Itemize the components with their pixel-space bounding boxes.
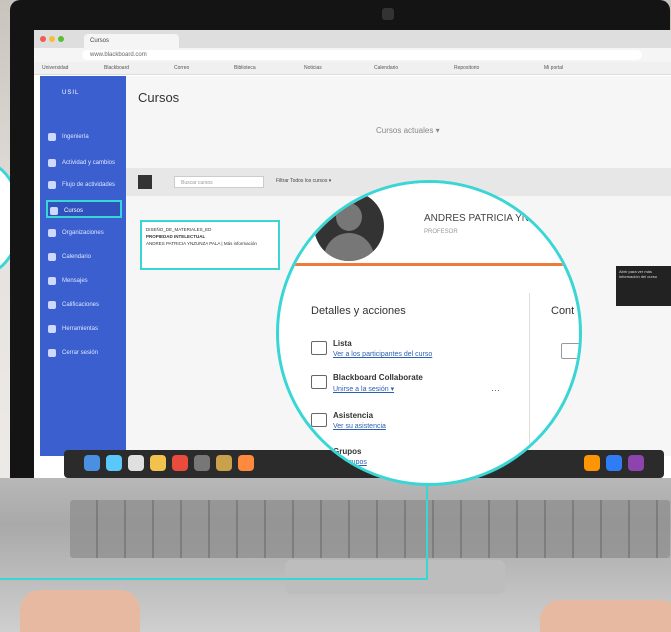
attendance-link[interactable]: Ver su asistencia [333, 423, 386, 430]
course-instructor: ANDRES PATRICIA YNZUNZA PALA | Más infor… [146, 241, 257, 246]
sidebar-item-calendario[interactable]: Calendario [46, 248, 122, 266]
groups-link[interactable]: Ver grupos [333, 459, 367, 466]
browser-tab-bar: Cursos [34, 30, 671, 48]
attendance-label: Asistencia [333, 411, 374, 420]
sidebar-item-flujo[interactable]: Flujo de actividades [46, 176, 122, 194]
activity-icon [48, 159, 56, 167]
tools-icon [48, 325, 56, 333]
bookmark-item[interactable]: Correo [174, 65, 189, 71]
browser-tab[interactable]: Cursos [84, 34, 179, 48]
calendar-icon [48, 253, 56, 261]
course-code: DISEÑO_DE_MATERIALES_ED [146, 227, 212, 232]
mail-icon [48, 277, 56, 285]
notes-icon[interactable] [216, 455, 232, 471]
course-card[interactable]: DISEÑO_DE_MATERIALES_ED PROPIEDAD INTELE… [140, 220, 280, 270]
app-icon[interactable] [584, 455, 600, 471]
app-icon[interactable] [194, 455, 210, 471]
maximize-icon[interactable] [58, 36, 64, 42]
sidebar-item-cursos[interactable]: Cursos [46, 200, 122, 218]
folder-icon[interactable] [561, 343, 579, 359]
magnifier-callout: ANDRES PATRICIA YN PROFESOR Detalles y a… [276, 180, 582, 486]
bookmark-item[interactable]: Calendario [374, 65, 398, 71]
page-title: Cursos [138, 90, 180, 105]
logout-icon [48, 349, 56, 357]
content-title: Cont [551, 305, 575, 317]
url-field[interactable]: www.blackboard.com [82, 50, 642, 60]
organization-icon [48, 229, 56, 237]
instructor-name: ANDRES PATRICIA YN [424, 213, 530, 224]
attendance-icon [311, 413, 327, 427]
pointer-line [426, 486, 428, 580]
course-icon [50, 207, 58, 215]
divider [529, 293, 530, 473]
sidebar: USIL Ingeniería Actividad y cambios Fluj… [40, 76, 126, 456]
sidebar-item-organizaciones[interactable]: Organizaciones [46, 224, 122, 242]
app-icon[interactable] [238, 455, 254, 471]
avatar-body [324, 233, 374, 261]
bookmark-item[interactable]: Universidad [42, 65, 68, 71]
hand-left [20, 590, 140, 632]
user-icon [48, 133, 56, 141]
course-tooltip: Abrir para ver más información del curso [616, 266, 671, 306]
sidebar-item-actividad[interactable]: Actividad y cambios [46, 154, 122, 172]
pointer-line [0, 578, 428, 580]
bookmarks-bar: Universidad Blackboard Correo Biblioteca… [34, 62, 671, 75]
camera-icon [382, 8, 394, 20]
users-icon [311, 341, 327, 355]
appstore-icon[interactable] [606, 455, 622, 471]
logo: USIL [62, 90, 80, 96]
sidebar-item-mensajes[interactable]: Mensajes [46, 272, 122, 290]
address-bar: www.blackboard.com [34, 48, 671, 62]
bookmark-item[interactable]: Biblioteca [234, 65, 256, 71]
instructor-role: PROFESOR [424, 229, 458, 235]
photo-scene: Cursos www.blackboard.com Universidad Bl… [0, 0, 671, 632]
collaborate-label: Blackboard Collaborate [333, 373, 423, 382]
groups-label: Grupos [333, 447, 362, 456]
stream-icon [48, 181, 56, 189]
app-icon[interactable] [128, 455, 144, 471]
current-courses-dropdown[interactable]: Cursos actuales ▾ [376, 126, 440, 135]
search-input[interactable]: Buscar cursos [174, 176, 264, 188]
finder-icon[interactable] [84, 455, 100, 471]
details-title: Detalles y acciones [311, 305, 406, 317]
roster-link[interactable]: Ver a los participantes del curso [333, 351, 432, 358]
hand-right [540, 600, 671, 632]
safari-icon[interactable] [106, 455, 122, 471]
grade-icon [48, 301, 56, 309]
sidebar-item-herramientas[interactable]: Herramientas [46, 320, 122, 338]
roster-label: Lista [333, 339, 352, 348]
sidebar-item-calificaciones[interactable]: Calificaciones [46, 296, 122, 314]
sidebar-item-ingenieria[interactable]: Ingeniería [46, 128, 122, 146]
avatar-head [336, 203, 362, 231]
instructor-header: ANDRES PATRICIA YN PROFESOR [279, 183, 579, 266]
course-name: PROPIEDAD INTELECTUAL [146, 234, 206, 239]
keyboard [70, 500, 670, 558]
more-options-icon[interactable]: ··· [491, 385, 500, 395]
avatar [314, 191, 384, 261]
groups-icon [311, 449, 327, 463]
bookmark-item[interactable]: Repositorio [454, 65, 479, 71]
collaborate-icon [311, 375, 327, 389]
sidebar-item-cerrar-sesion[interactable]: Cerrar sesión [46, 344, 122, 362]
bookmark-item[interactable]: Blackboard [104, 65, 129, 71]
trackpad [285, 560, 505, 594]
minimize-icon[interactable] [49, 36, 55, 42]
bookmark-item[interactable]: Noticias [304, 65, 322, 71]
join-session-link[interactable]: Unirse a la sesión ▾ [333, 385, 394, 393]
bookmark-item[interactable]: Mi portal [544, 65, 563, 71]
app-icon[interactable] [150, 455, 166, 471]
grid-view-icon[interactable] [138, 175, 152, 189]
app-icon[interactable] [628, 455, 644, 471]
chrome-icon[interactable] [172, 455, 188, 471]
close-icon[interactable] [40, 36, 46, 42]
